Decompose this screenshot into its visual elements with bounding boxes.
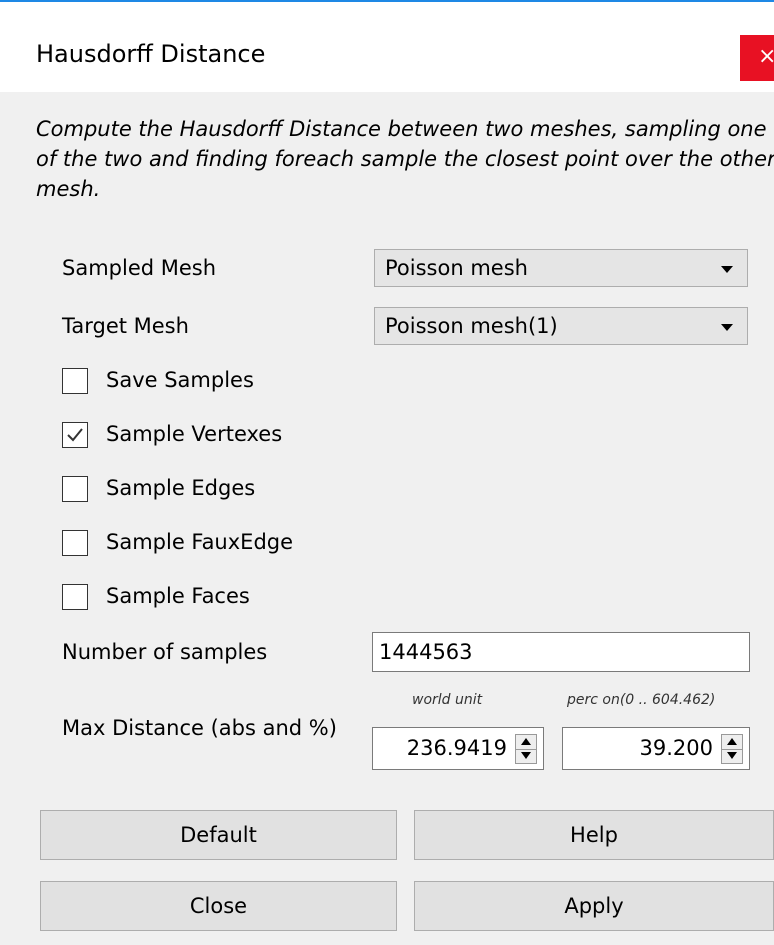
spin-buttons bbox=[515, 734, 537, 764]
max-distance-abs-spinbox[interactable]: 236.9419 bbox=[372, 727, 544, 770]
sampled-mesh-label: Sampled Mesh bbox=[62, 256, 217, 280]
description-text: Compute the Hausdorff Distance between t… bbox=[36, 117, 774, 201]
spin-up-button[interactable] bbox=[722, 735, 742, 750]
save-samples-checkbox[interactable] bbox=[62, 368, 88, 394]
max-distance-perc-value: 39.200 bbox=[639, 736, 713, 760]
sampled-mesh-dropdown[interactable]: Poisson mesh bbox=[374, 249, 748, 287]
spin-down-button[interactable] bbox=[516, 749, 536, 763]
arrow-down-icon bbox=[521, 752, 531, 759]
num-samples-label: Number of samples bbox=[62, 640, 268, 664]
perc-caption: perc on(0 .. 604.462) bbox=[567, 692, 716, 708]
target-mesh-label: Target Mesh bbox=[62, 314, 189, 338]
close-button[interactable]: Close bbox=[40, 881, 397, 931]
apply-button[interactable]: Apply bbox=[414, 881, 774, 931]
sample-faces-checkbox[interactable] bbox=[62, 584, 88, 610]
sample-edges-label: Sample Edges bbox=[106, 476, 256, 500]
world-unit-caption: world unit bbox=[412, 692, 483, 708]
sample-faces-label: Sample Faces bbox=[106, 584, 250, 608]
close-window-icon[interactable]: × bbox=[740, 35, 774, 81]
sampled-mesh-value: Poisson mesh bbox=[385, 256, 528, 280]
arrow-up-icon bbox=[727, 738, 737, 745]
spin-down-button[interactable] bbox=[722, 749, 742, 763]
checkmark-icon bbox=[67, 428, 83, 442]
spin-up-button[interactable] bbox=[516, 735, 536, 750]
chevron-down-icon bbox=[721, 324, 733, 331]
sample-fauxedge-checkbox[interactable] bbox=[62, 530, 88, 556]
default-button[interactable]: Default bbox=[40, 810, 397, 860]
sample-fauxedge-label: Sample FauxEdge bbox=[106, 530, 294, 554]
target-mesh-value: Poisson mesh(1) bbox=[385, 314, 558, 338]
max-distance-label: Max Distance (abs and %) bbox=[62, 716, 337, 740]
window-title: Hausdorff Distance bbox=[36, 40, 266, 68]
num-samples-input[interactable]: 1444563 bbox=[372, 632, 750, 672]
max-distance-abs-value: 236.9419 bbox=[406, 736, 507, 760]
target-mesh-dropdown[interactable]: Poisson mesh(1) bbox=[374, 307, 748, 345]
max-distance-perc-spinbox[interactable]: 39.200 bbox=[562, 727, 750, 770]
sample-edges-checkbox[interactable] bbox=[62, 476, 88, 502]
arrow-down-icon bbox=[727, 752, 737, 759]
sample-vertexes-checkbox[interactable] bbox=[62, 422, 88, 448]
spin-buttons bbox=[721, 734, 743, 764]
chevron-down-icon bbox=[721, 266, 733, 273]
title-bar: Hausdorff Distance × bbox=[0, 0, 774, 92]
save-samples-label: Save Samples bbox=[106, 368, 254, 392]
sample-vertexes-label: Sample Vertexes bbox=[106, 422, 283, 446]
help-button[interactable]: Help bbox=[414, 810, 774, 860]
arrow-up-icon bbox=[521, 738, 531, 745]
